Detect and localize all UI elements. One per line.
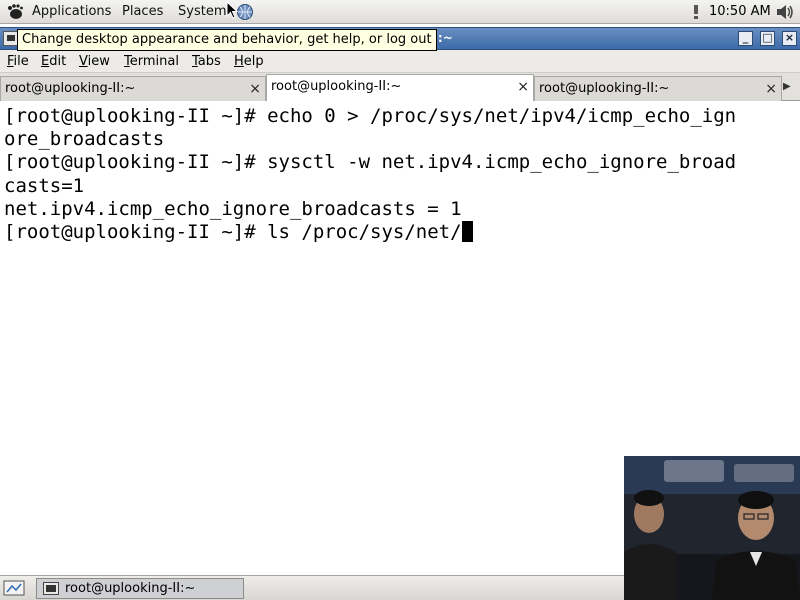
menu-view[interactable]: View (79, 54, 110, 69)
terminal-line: [root@uplooking-II ~]# echo 0 > /proc/sy… (4, 105, 737, 127)
terminal-command: [root@uplooking-II ~]# ls /proc/sys/net/ (4, 221, 462, 243)
maximize-button[interactable]: □ (760, 31, 775, 46)
notification-icon[interactable] (690, 4, 702, 19)
show-desktop-icon[interactable] (3, 579, 25, 597)
terminal-line: casts=1 (4, 175, 85, 197)
gnome-foot-icon[interactable] (6, 3, 24, 20)
system-menu[interactable]: System (178, 4, 226, 19)
tab-label: root@uplooking-II:~ (271, 79, 402, 94)
terminal-cursor (461, 221, 473, 242)
tab-label: root@uplooking-II:~ (539, 81, 670, 96)
terminal-prompt-line: [root@uplooking-II ~]# ls /proc/sys/net/ (4, 221, 473, 244)
tab-2[interactable]: root@uplooking-II:~ × (266, 74, 534, 102)
volume-icon[interactable] (775, 3, 795, 21)
webcam-overlay (624, 456, 800, 600)
terminal-line: [root@uplooking-II ~]# sysctl -w net.ipv… (4, 151, 737, 173)
tab-close-icon[interactable]: × (249, 77, 261, 101)
terminal-icon (43, 582, 59, 595)
menu-tabs[interactable]: Tabs (192, 54, 221, 69)
tab-1[interactable]: root@uplooking-II:~ × (0, 76, 266, 101)
webcam-image (624, 456, 800, 600)
tab-close-icon[interactable]: × (765, 77, 777, 101)
menu-help[interactable]: Help (234, 54, 264, 69)
terminal-line: net.ipv4.icmp_echo_ignore_broadcasts = 1 (4, 198, 462, 220)
menu-terminal[interactable]: Terminal (124, 54, 179, 69)
system-menu-tooltip: Change desktop appearance and behavior, … (17, 29, 437, 51)
close-button[interactable]: × (782, 31, 797, 46)
tab-bar: ◀ root@uplooking-II:~ × root@uplooking-I… (0, 73, 800, 102)
tab-close-icon[interactable]: × (517, 75, 529, 99)
menu-edit[interactable]: Edit (41, 54, 66, 69)
tab-label: root@uplooking-II:~ (5, 81, 136, 96)
tab-3[interactable]: root@uplooking-II:~ × (534, 76, 782, 101)
taskbar-window-label: root@uplooking-II:~ (65, 581, 196, 596)
menu-file[interactable]: File (7, 54, 29, 69)
taskbar-window-button[interactable]: root@uplooking-II:~ (36, 578, 244, 599)
menu-bar: File Edit View Terminal Tabs Help (0, 50, 800, 73)
clock[interactable]: 10:50 AM (709, 4, 771, 19)
top-panel: Applications Places System 10:50 AM (0, 0, 800, 24)
terminal-line: ore_broadcasts (4, 128, 165, 150)
applications-menu[interactable]: Applications (32, 4, 111, 19)
tab-scroll-right-icon[interactable]: ▶ (783, 81, 791, 92)
mouse-cursor-icon (226, 1, 238, 19)
places-menu[interactable]: Places (122, 4, 163, 19)
minimize-button[interactable]: _ (738, 31, 753, 46)
